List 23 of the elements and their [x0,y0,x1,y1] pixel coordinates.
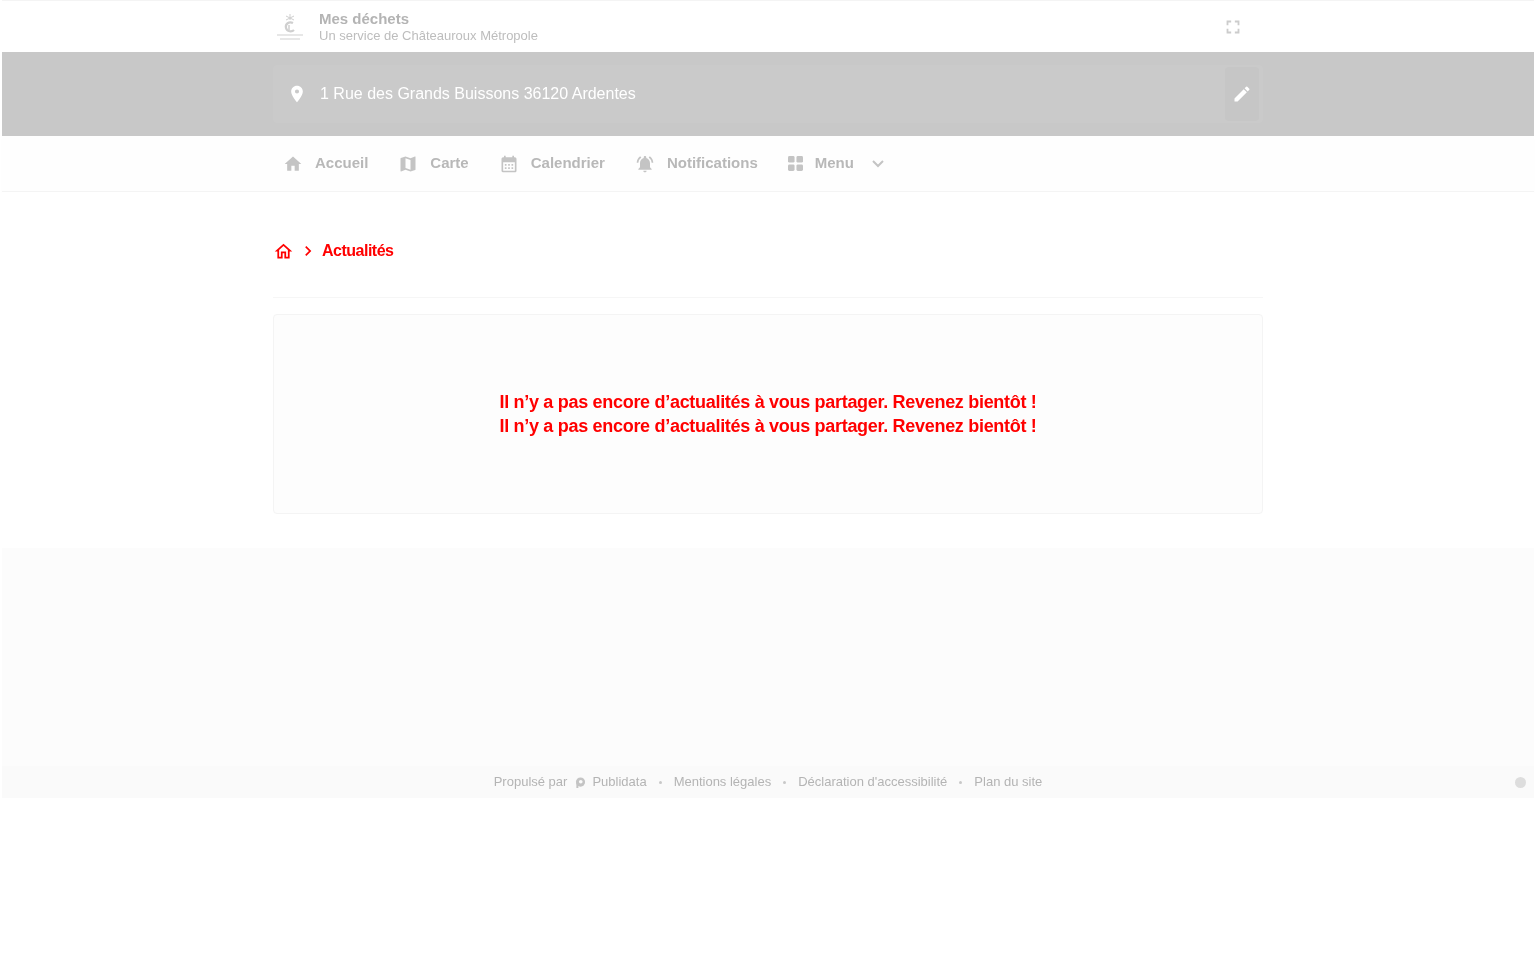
nav-link[interactable]: Notifications [624,143,768,184]
footer-link[interactable]: Déclaration d'accessibilité [798,772,948,792]
footer-link[interactable]: Mentions légales [673,772,772,792]
grid-icon [787,156,803,171]
empty-news-message: Il n’y a pas encore d’actualités à vous partager. Revenez bientôt ! [499,415,1037,438]
floating-round-button[interactable] [1515,777,1526,788]
empty-news-message: Il n’y a pas encore d’actualités à vous partager. Revenez bientôt ! [499,391,1037,414]
logo-icon [275,11,305,42]
publidata-link[interactable]: Publidata [575,772,647,792]
publidata-logo-icon [575,776,587,788]
nav-link[interactable]: Calendrier [488,143,615,184]
nav-link[interactable]: Accueil [273,143,379,184]
edit-address-button[interactable] [1225,67,1259,121]
breadcrumb-current: Actualités [322,241,394,261]
nav-menu-dropdown[interactable]: Menu [777,143,894,184]
footer-link[interactable]: Plan du site [974,772,1043,792]
app-subtitle: Un service de Châteauroux Métropole [319,26,538,44]
powered-by-text: Propulsé par [493,773,568,792]
bell-icon [634,153,655,174]
app-title: Mes déchets [319,9,411,27]
caret-icon [871,159,884,168]
nav-link[interactable]: Carte [388,143,479,184]
pencil-icon [1232,84,1252,104]
